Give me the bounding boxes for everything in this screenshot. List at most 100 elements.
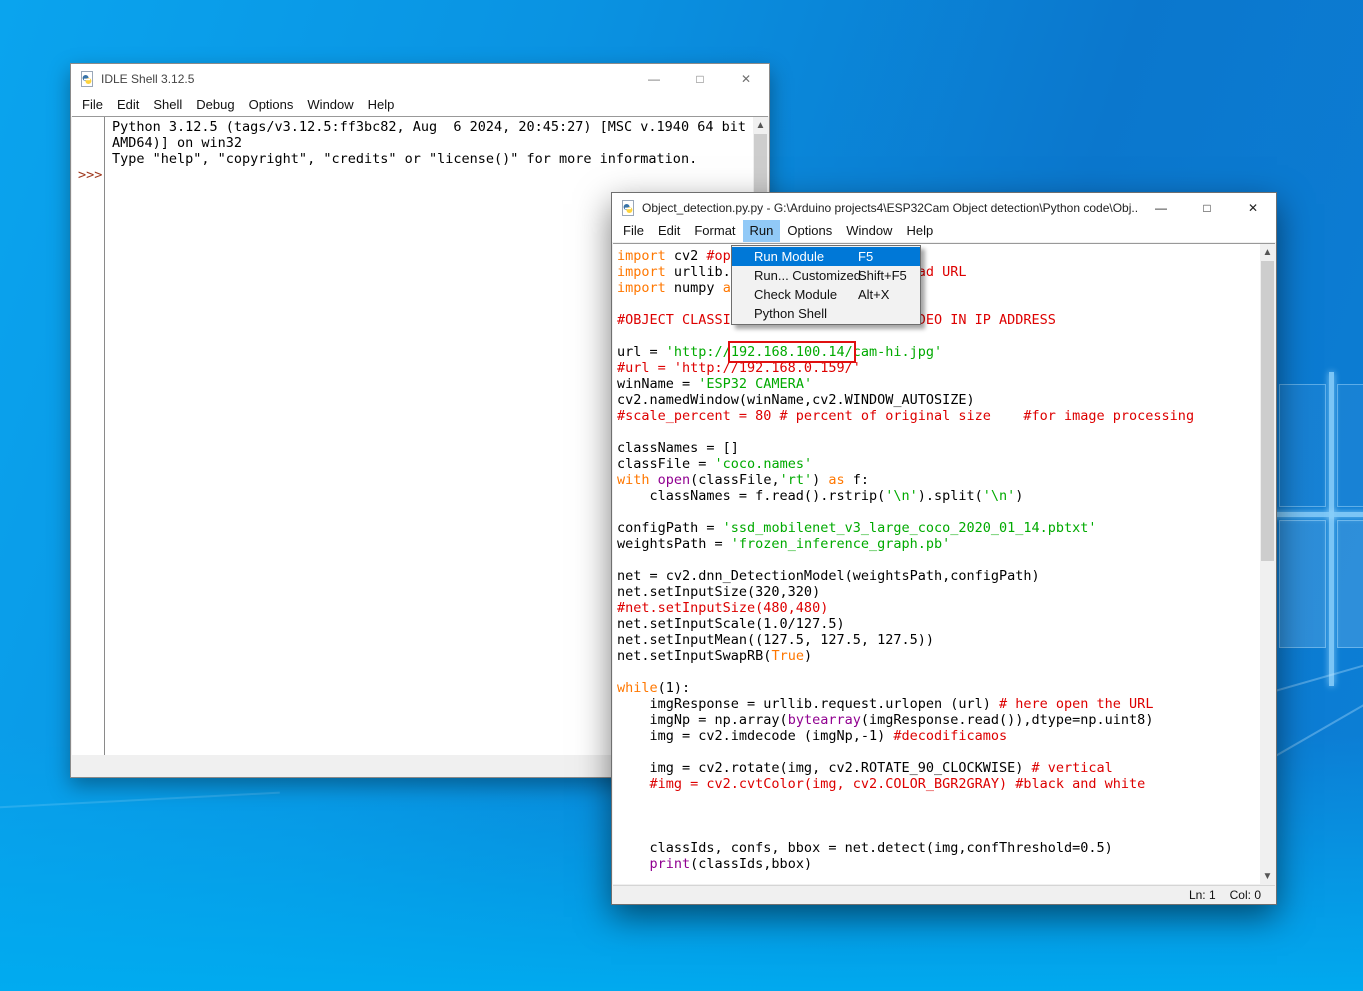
code-segment: classNames = f.read().rstrip( xyxy=(617,488,885,504)
code-line: img = cv2.imdecode (imgNp,-1) #decodific… xyxy=(617,728,1255,744)
windows-logo-pane xyxy=(1337,384,1363,507)
code-segment: import xyxy=(617,248,666,264)
code-segment: # vertical xyxy=(1032,760,1113,776)
code-line: url = 'http://192.168.100.14/cam-hi.jpg' xyxy=(617,344,1255,360)
menu-item-shell[interactable]: Shell xyxy=(146,94,189,116)
code-segment: cv2.namedWindow(winName,cv2.WINDOW_AUTOS… xyxy=(617,392,975,408)
code-line: img = cv2.rotate(img, cv2.ROTATE_90_CLOC… xyxy=(617,760,1255,776)
code-segment: 'coco.names' xyxy=(715,456,813,472)
column-indicator: Col: 0 xyxy=(1230,888,1261,902)
code-line: #net.setInputSize(480,480) xyxy=(617,600,1255,616)
shell-prompt-column: >>> xyxy=(72,117,105,755)
code-line xyxy=(617,664,1255,680)
menu-item-run-customized[interactable]: Run... CustomizedShift+F5 xyxy=(732,266,920,285)
code-segment: classIds, confs, bbox = net.detect(img,c… xyxy=(617,840,1113,856)
code-segment: '\n' xyxy=(983,488,1016,504)
menu-item-edit[interactable]: Edit xyxy=(110,94,146,116)
code-segment: # here open the URL xyxy=(999,696,1153,712)
code-line xyxy=(617,808,1255,824)
menu-item-python-shell[interactable]: Python Shell xyxy=(732,304,920,323)
code-segment: #net.setInputSize(480,480) xyxy=(617,600,828,616)
code-segment xyxy=(650,472,658,488)
code-segment: winName = xyxy=(617,376,698,392)
code-line xyxy=(617,824,1255,840)
menu-item-file[interactable]: File xyxy=(75,94,110,116)
code-segment: img = cv2.imdecode (imgNp,-1) xyxy=(617,728,893,744)
menu-item-edit[interactable]: Edit xyxy=(651,220,687,242)
minimize-button[interactable]: — xyxy=(631,64,677,93)
scrollbar-up-icon[interactable]: ▲ xyxy=(1260,244,1275,260)
code-line: #img = cv2.cvtColor(img, cv2.COLOR_BGR2G… xyxy=(617,776,1255,792)
code-line: configPath = 'ssd_mobilenet_v3_large_coc… xyxy=(617,520,1255,536)
editor-statusbar: Ln: 1 Col: 0 xyxy=(613,885,1275,904)
ip-address-highlight-box: 192.168.100.14/ xyxy=(731,344,853,360)
menu-item-options[interactable]: Options xyxy=(242,94,301,116)
windows-logo-line xyxy=(1329,372,1334,686)
close-button[interactable]: ✕ xyxy=(1230,193,1276,222)
windows-logo-pane xyxy=(1337,520,1363,648)
code-line: net.setInputSize(320,320) xyxy=(617,584,1255,600)
shell-menubar: FileEditShellDebugOptionsWindowHelp xyxy=(71,93,769,116)
code-segment: #scale_percent = 80 # percent of origina… xyxy=(617,408,1194,424)
code-line xyxy=(617,744,1255,760)
code-segment: cv2 xyxy=(666,248,707,264)
maximize-button[interactable]: □ xyxy=(1184,193,1230,222)
scrollbar-up-icon[interactable]: ▲ xyxy=(753,117,768,133)
code-segment: net.setInputSize(320,320) xyxy=(617,584,820,600)
code-segment: img = cv2.rotate(img, cv2.ROTATE_90_CLOC… xyxy=(617,760,1032,776)
code-line: imgResponse = urllib.request.urlopen (ur… xyxy=(617,696,1255,712)
windows-logo-line xyxy=(1271,512,1363,517)
windows-logo-pane xyxy=(1279,520,1326,648)
code-line xyxy=(617,424,1255,440)
code-segment: 'http:// xyxy=(666,344,731,360)
code-line: import urllib.request #to open and read … xyxy=(617,264,1255,280)
close-button[interactable]: ✕ xyxy=(723,64,769,93)
code-segment: ).split( xyxy=(918,488,983,504)
code-line: classIds, confs, bbox = net.detect(img,c… xyxy=(617,840,1255,856)
code-line: net.setInputSwapRB(True) xyxy=(617,648,1255,664)
windows-logo-pane xyxy=(1279,384,1326,507)
scrollbar-thumb[interactable] xyxy=(1261,261,1274,561)
maximize-button[interactable]: □ xyxy=(677,64,723,93)
code-line: #url = 'http://192.168.0.159/' xyxy=(617,360,1255,376)
menu-item-window[interactable]: Window xyxy=(839,220,899,242)
code-segment: (imgResponse.read()),dtype=np.uint8) xyxy=(861,712,1154,728)
menu-item-debug[interactable]: Debug xyxy=(189,94,241,116)
menu-item-accelerator: F5 xyxy=(858,247,873,266)
code-line xyxy=(617,296,1255,312)
menu-item-file[interactable]: File xyxy=(616,220,651,242)
code-segment: (classIds,bbox) xyxy=(690,856,812,872)
menu-item-options[interactable]: Options xyxy=(780,220,839,242)
menu-item-run-module[interactable]: Run ModuleF5 xyxy=(732,247,920,266)
run-dropdown-menu: Run ModuleF5Run... CustomizedShift+F5Che… xyxy=(731,245,921,325)
menu-item-label: Run... Customized xyxy=(754,268,861,283)
code-line: classFile = 'coco.names' xyxy=(617,456,1255,472)
code-line: net = cv2.dnn_DetectionModel(weightsPath… xyxy=(617,568,1255,584)
menu-item-run[interactable]: Run xyxy=(743,220,781,242)
menu-item-window[interactable]: Window xyxy=(300,94,360,116)
menu-item-format[interactable]: Format xyxy=(687,220,742,242)
idle-app-icon xyxy=(79,71,95,87)
menu-item-help[interactable]: Help xyxy=(899,220,940,242)
editor-titlebar[interactable]: Object_detection.py.py - G:\Arduino proj… xyxy=(612,193,1276,222)
menu-item-check-module[interactable]: Check ModuleAlt+X xyxy=(732,285,920,304)
menu-item-help[interactable]: Help xyxy=(361,94,402,116)
minimize-button[interactable]: — xyxy=(1138,193,1184,222)
code-segment: url = xyxy=(617,344,666,360)
code-segment: bytearray xyxy=(788,712,861,728)
scrollbar-down-icon[interactable]: ▼ xyxy=(1260,868,1275,884)
shell-prompt: >>> xyxy=(78,167,102,183)
editor-scrollbar[interactable]: ▲ ▼ xyxy=(1260,244,1275,884)
code-line: print(classIds,bbox) xyxy=(617,856,1255,872)
editor-window: Object_detection.py.py - G:\Arduino proj… xyxy=(611,192,1277,905)
shell-output-line: AMD64)] on win32 xyxy=(112,135,752,151)
editor-code-area[interactable]: import cv2 #opencvimport urllib.request … xyxy=(613,243,1275,884)
code-line: with open(classFile,'rt') as f: xyxy=(617,472,1255,488)
editor-menubar: FileEditFormatRunOptionsWindowHelp xyxy=(612,222,1276,242)
shell-titlebar[interactable]: IDLE Shell 3.12.5 — □ ✕ xyxy=(71,64,769,93)
code-line xyxy=(617,792,1255,808)
window-title: IDLE Shell 3.12.5 xyxy=(101,72,631,86)
code-segment: (classFile, xyxy=(690,472,779,488)
code-line xyxy=(617,328,1255,344)
shell-output-line: Type "help", "copyright", "credits" or "… xyxy=(112,151,752,167)
